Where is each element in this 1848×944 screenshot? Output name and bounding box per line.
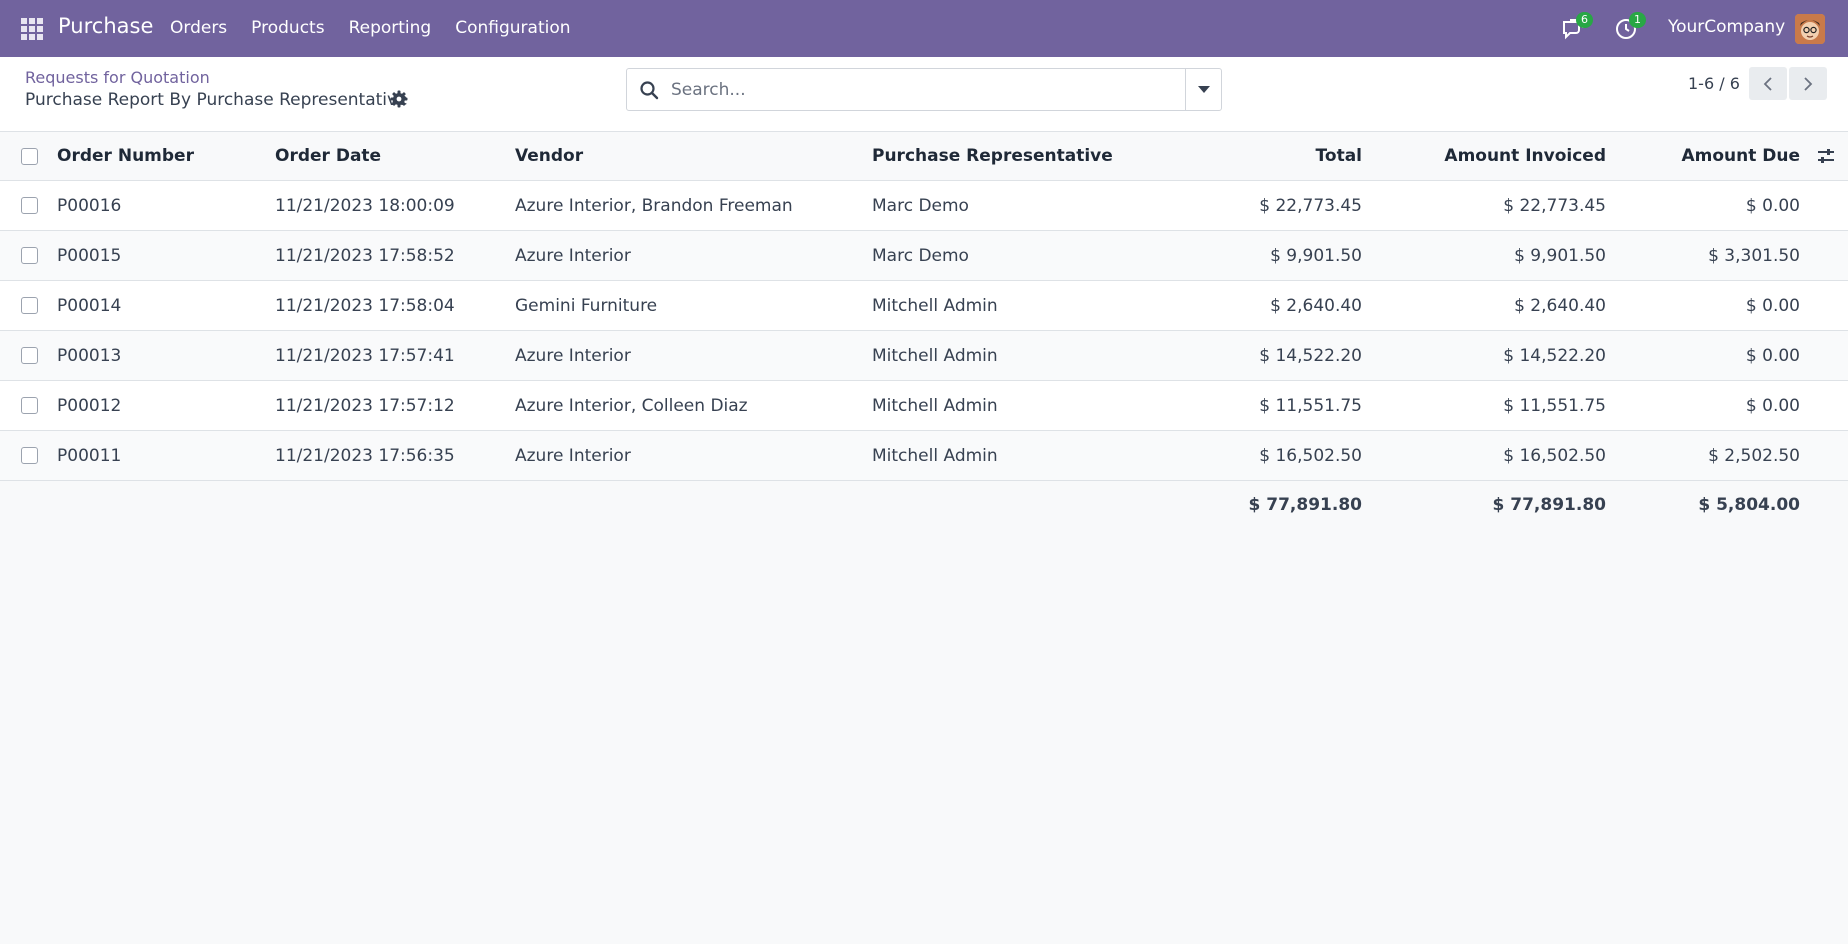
- apps-menu-icon[interactable]: [21, 18, 43, 40]
- menu-item-orders[interactable]: Orders: [158, 0, 239, 57]
- cell-order-date: 11/21/2023 17:58:04: [275, 295, 455, 316]
- cell-representative: Mitchell Admin: [872, 445, 998, 466]
- table-header-row: Order Number Order Date Vendor Purchase …: [0, 132, 1848, 181]
- cell-amount-due: $ 0.00: [1745, 295, 1800, 316]
- cell-vendor: Azure Interior: [515, 445, 631, 466]
- cell-vendor: Azure Interior: [515, 245, 631, 266]
- messages-count-badge: 6: [1576, 12, 1593, 28]
- search-box: [626, 68, 1222, 111]
- cell-total: $ 2,640.40: [1270, 295, 1362, 316]
- cell-amount-invoiced: $ 11,551.75: [1503, 395, 1606, 416]
- cell-representative: Mitchell Admin: [872, 345, 998, 366]
- search-icon: [640, 81, 659, 100]
- select-all-checkbox[interactable]: [21, 148, 38, 165]
- cell-order-date: 11/21/2023 17:58:52: [275, 245, 455, 266]
- cell-vendor: Gemini Furniture: [515, 295, 658, 316]
- cell-vendor: Azure Interior, Brandon Freeman: [515, 195, 793, 216]
- column-header-representative[interactable]: Purchase Representative: [872, 132, 1122, 180]
- amount-invoiced-sum: $ 77,891.80: [1492, 495, 1606, 515]
- chevron-right-icon: [1804, 76, 1813, 91]
- cell-amount-due: $ 0.00: [1745, 345, 1800, 366]
- cell-amount-invoiced: $ 22,773.45: [1503, 195, 1606, 216]
- optional-columns-icon[interactable]: [1816, 147, 1836, 165]
- pager-next-button[interactable]: [1789, 67, 1827, 100]
- row-checkbox[interactable]: [21, 447, 38, 464]
- cell-representative: Marc Demo: [872, 195, 969, 216]
- menu-item-configuration[interactable]: Configuration: [443, 0, 582, 57]
- menu-item-products[interactable]: Products: [239, 0, 336, 57]
- cell-representative: Mitchell Admin: [872, 395, 998, 416]
- cell-amount-due: $ 3,301.50: [1708, 245, 1800, 266]
- cell-amount-due: $ 2,502.50: [1708, 445, 1800, 466]
- messages-button[interactable]: 6: [1561, 12, 1593, 41]
- cell-amount-due: $ 0.00: [1745, 195, 1800, 216]
- cell-vendor: Azure Interior: [515, 345, 631, 366]
- table-row[interactable]: P00015 11/21/2023 17:58:52 Azure Interio…: [0, 231, 1848, 281]
- cell-order-number: P00012: [57, 395, 122, 416]
- cell-order-date: 11/21/2023 17:56:35: [275, 445, 455, 466]
- cell-vendor: Azure Interior, Colleen Diaz: [515, 395, 748, 416]
- column-header-vendor[interactable]: Vendor: [515, 132, 865, 180]
- main-menu: Orders Products Reporting Configuration: [158, 0, 583, 57]
- page-title: Purchase Report By Purchase Representati…: [25, 90, 408, 110]
- cell-amount-invoiced: $ 2,640.40: [1514, 295, 1606, 316]
- column-header-order-number[interactable]: Order Number: [57, 132, 257, 180]
- purchase-orders-table: Order Number Order Date Vendor Purchase …: [0, 132, 1848, 529]
- cell-total: $ 11,551.75: [1259, 395, 1362, 416]
- cell-representative: Mitchell Admin: [872, 295, 998, 316]
- column-header-order-date[interactable]: Order Date: [275, 132, 505, 180]
- cell-order-number: P00015: [57, 245, 122, 266]
- cell-total: $ 9,901.50: [1270, 245, 1362, 266]
- table-row[interactable]: P00016 11/21/2023 18:00:09 Azure Interio…: [0, 181, 1848, 231]
- column-header-amount-invoiced[interactable]: Amount Invoiced: [1406, 132, 1606, 180]
- column-header-total[interactable]: Total: [1162, 132, 1362, 180]
- top-navbar: Purchase Orders Products Reporting Confi…: [0, 0, 1848, 57]
- cell-amount-invoiced: $ 9,901.50: [1514, 245, 1606, 266]
- app-brand[interactable]: Purchase: [58, 14, 153, 38]
- cell-order-number: P00014: [57, 295, 122, 316]
- control-panel: Requests for Quotation Purchase Report B…: [0, 57, 1848, 132]
- column-header-amount-due[interactable]: Amount Due: [1600, 132, 1800, 180]
- breadcrumb-requests-for-quotation[interactable]: Requests for Quotation: [25, 68, 210, 87]
- menu-item-reporting[interactable]: Reporting: [337, 0, 444, 57]
- cell-representative: Marc Demo: [872, 245, 969, 266]
- cell-total: $ 22,773.45: [1259, 195, 1362, 216]
- cell-order-number: P00011: [57, 445, 122, 466]
- total-sum: $ 77,891.80: [1248, 495, 1362, 515]
- row-checkbox[interactable]: [21, 197, 38, 214]
- amount-due-sum: $ 5,804.00: [1698, 495, 1800, 515]
- cell-total: $ 16,502.50: [1259, 445, 1362, 466]
- cell-total: $ 14,522.20: [1259, 345, 1362, 366]
- activities-count-badge: 1: [1629, 12, 1646, 28]
- table-row[interactable]: P00012 11/21/2023 17:57:12 Azure Interio…: [0, 381, 1848, 431]
- table-totals-row: $ 77,891.80 $ 77,891.80 $ 5,804.00: [0, 481, 1848, 529]
- row-checkbox[interactable]: [21, 247, 38, 264]
- pager-value[interactable]: 1-6 / 6: [1688, 74, 1740, 93]
- user-avatar[interactable]: [1795, 14, 1825, 44]
- row-checkbox[interactable]: [21, 297, 38, 314]
- pager-previous-button[interactable]: [1749, 67, 1787, 100]
- activities-button[interactable]: 1: [1614, 12, 1646, 41]
- company-switcher[interactable]: YourCompany: [1668, 17, 1785, 37]
- row-checkbox[interactable]: [21, 347, 38, 364]
- cell-order-date: 11/21/2023 17:57:12: [275, 395, 455, 416]
- cell-amount-due: $ 0.00: [1745, 395, 1800, 416]
- row-checkbox[interactable]: [21, 397, 38, 414]
- search-options-toggle-button[interactable]: [1185, 69, 1221, 110]
- table-row[interactable]: P00013 11/21/2023 17:57:41 Azure Interio…: [0, 331, 1848, 381]
- cell-order-date: 11/21/2023 18:00:09: [275, 195, 455, 216]
- cell-amount-invoiced: $ 14,522.20: [1503, 345, 1606, 366]
- chevron-left-icon: [1763, 76, 1772, 91]
- cell-order-number: P00013: [57, 345, 122, 366]
- cell-amount-invoiced: $ 16,502.50: [1503, 445, 1606, 466]
- table-row[interactable]: P00011 11/21/2023 17:56:35 Azure Interio…: [0, 431, 1848, 481]
- cell-order-number: P00016: [57, 195, 122, 216]
- search-input[interactable]: [671, 70, 1161, 109]
- table-row[interactable]: P00014 11/21/2023 17:58:04 Gemini Furnit…: [0, 281, 1848, 331]
- cell-order-date: 11/21/2023 17:57:41: [275, 345, 455, 366]
- gear-icon[interactable]: [390, 90, 408, 108]
